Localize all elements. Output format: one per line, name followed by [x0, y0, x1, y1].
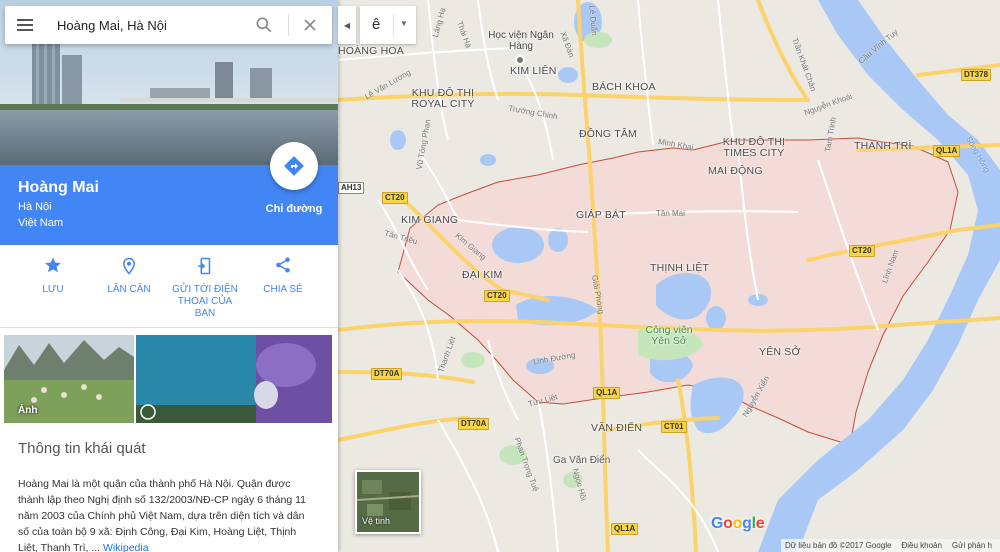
road-shield: CT20 — [382, 192, 408, 204]
road-shield: CT20 — [849, 245, 875, 257]
road-dt70a-west — [338, 370, 475, 384]
road-shield: CT20 — [484, 290, 510, 302]
action-label: GỬI TỚI ĐIỆN THOẠI CỦA BẠN — [172, 284, 238, 319]
road-shield: AH13 — [338, 182, 365, 194]
map-footer: Dữ liệu bản đồ ©2017 Google Điều khoản G… — [781, 539, 1000, 552]
feedback-link[interactable]: Gửi phản h — [952, 541, 992, 550]
area-label: HOÀNG HOA — [338, 45, 404, 57]
area-label: YÊN SỞ — [759, 346, 801, 358]
share-icon — [276, 257, 290, 273]
divider — [393, 14, 394, 36]
maps-app: HOÀNG HOA KHU ĐÔ THỊ ROYAL CITY KIM LIÊN… — [0, 0, 1000, 552]
clear-search-button[interactable] — [300, 15, 322, 37]
collapse-panel-button[interactable]: ◀ — [338, 6, 356, 44]
directions-button[interactable] — [270, 142, 318, 190]
overview-title: Thông tin khái quát — [18, 440, 146, 457]
road-shield: QL1A — [593, 387, 621, 399]
chevron-down-icon[interactable]: ▼ — [400, 19, 408, 28]
place-country: Việt Nam — [18, 217, 64, 229]
close-icon — [304, 19, 316, 31]
area-label: KHU ĐÔ THỊ TIMES CITY — [722, 136, 786, 159]
street-label: Tân Mai — [656, 209, 685, 218]
send-to-phone-action-button[interactable]: GỬI TỚI ĐIỆN THOẠI CỦA BẠN — [170, 256, 240, 320]
map-graphics — [338, 0, 1000, 552]
divider — [288, 14, 289, 36]
action-label: LÂN CẬN — [107, 284, 151, 295]
search-input[interactable] — [57, 15, 247, 35]
area-label: ĐẠI KIM — [462, 269, 503, 281]
overview-body: Hoàng Mai là một quận của thành phố Hà N… — [18, 478, 306, 552]
area-label: VĂN ĐIỂN — [591, 422, 643, 434]
share-action-button[interactable]: CHIA SẺ — [248, 256, 318, 296]
satellite-toggle[interactable]: Vệ tinh — [355, 470, 421, 534]
search-icon — [256, 17, 272, 33]
terms-link[interactable]: Điều khoản — [901, 541, 941, 550]
area-label: MAI ĐỘNG — [708, 165, 763, 177]
road-shield: QL1A — [611, 523, 639, 535]
road-shield: QL1A — [933, 145, 961, 157]
poi-marker-icon[interactable] — [515, 55, 525, 65]
poi-label[interactable]: Ga Văn Điển — [553, 455, 610, 466]
satellite-label: Vệ tinh — [362, 516, 391, 526]
photo-thumbnail[interactable] — [136, 335, 332, 423]
menu-button[interactable] — [17, 16, 37, 34]
area-label: GIÁP BÁT — [576, 209, 626, 221]
poi-label[interactable]: Học viện Ngân Hàng — [486, 30, 556, 52]
aquarium-photo — [136, 335, 332, 423]
search-box — [5, 6, 332, 44]
save-action-button[interactable]: LƯU — [18, 256, 88, 296]
directions-icon — [284, 156, 304, 176]
input-method-selector[interactable]: ê ▼ — [360, 6, 416, 44]
overview-text: Hoàng Mai là một quận của thành phố Hà N… — [18, 476, 316, 552]
area-label: KIM LIÊN — [510, 65, 557, 77]
action-label: LƯU — [42, 284, 64, 295]
area-label: THỊNH LIỆT — [650, 262, 710, 274]
input-method-char: ê — [372, 16, 381, 33]
place-city: Hà Nội — [18, 201, 52, 213]
search-button[interactable] — [254, 15, 276, 37]
divider — [0, 327, 338, 328]
chevron-left-icon: ◀ — [343, 20, 351, 30]
poi-label[interactable]: Công viên Yên Sở — [638, 325, 700, 347]
area-label: KHU ĐÔ THỊ ROYAL CITY — [411, 87, 475, 110]
place-title: Hoàng Mai — [18, 179, 99, 196]
nearby-action-button[interactable]: LÂN CẬN — [94, 256, 164, 296]
action-label: CHIA SẺ — [263, 284, 303, 295]
place-panel: Hoàng Mai Hà Nội Việt Nam Chỉ đường LƯU … — [0, 0, 338, 552]
area-label: BÁCH KHOA — [592, 81, 656, 93]
area-label: KIM GIANG — [401, 214, 459, 226]
road-shield: DT70A — [371, 368, 403, 380]
send-to-phone-icon — [198, 257, 211, 275]
star-icon — [45, 257, 61, 273]
map-canvas[interactable]: HOÀNG HOA KHU ĐÔ THỊ ROYAL CITY KIM LIÊN… — [338, 0, 1000, 552]
photos-label: Ảnh — [18, 405, 38, 416]
directions-label[interactable]: Chỉ đường — [258, 203, 330, 215]
nearby-icon — [122, 257, 136, 275]
map-data-credit: Dữ liệu bản đồ ©2017 Google — [785, 541, 892, 550]
road-shield: DT70A — [458, 418, 490, 430]
road-shield: CT01 — [661, 421, 687, 433]
area-label: THANH TRÌ — [854, 140, 912, 152]
google-logo: Google — [711, 515, 765, 532]
wikipedia-link[interactable]: Wikipedia — [103, 542, 149, 552]
area-label: ĐỒNG TÂM — [579, 128, 637, 140]
road-shield: DT378 — [961, 69, 992, 81]
